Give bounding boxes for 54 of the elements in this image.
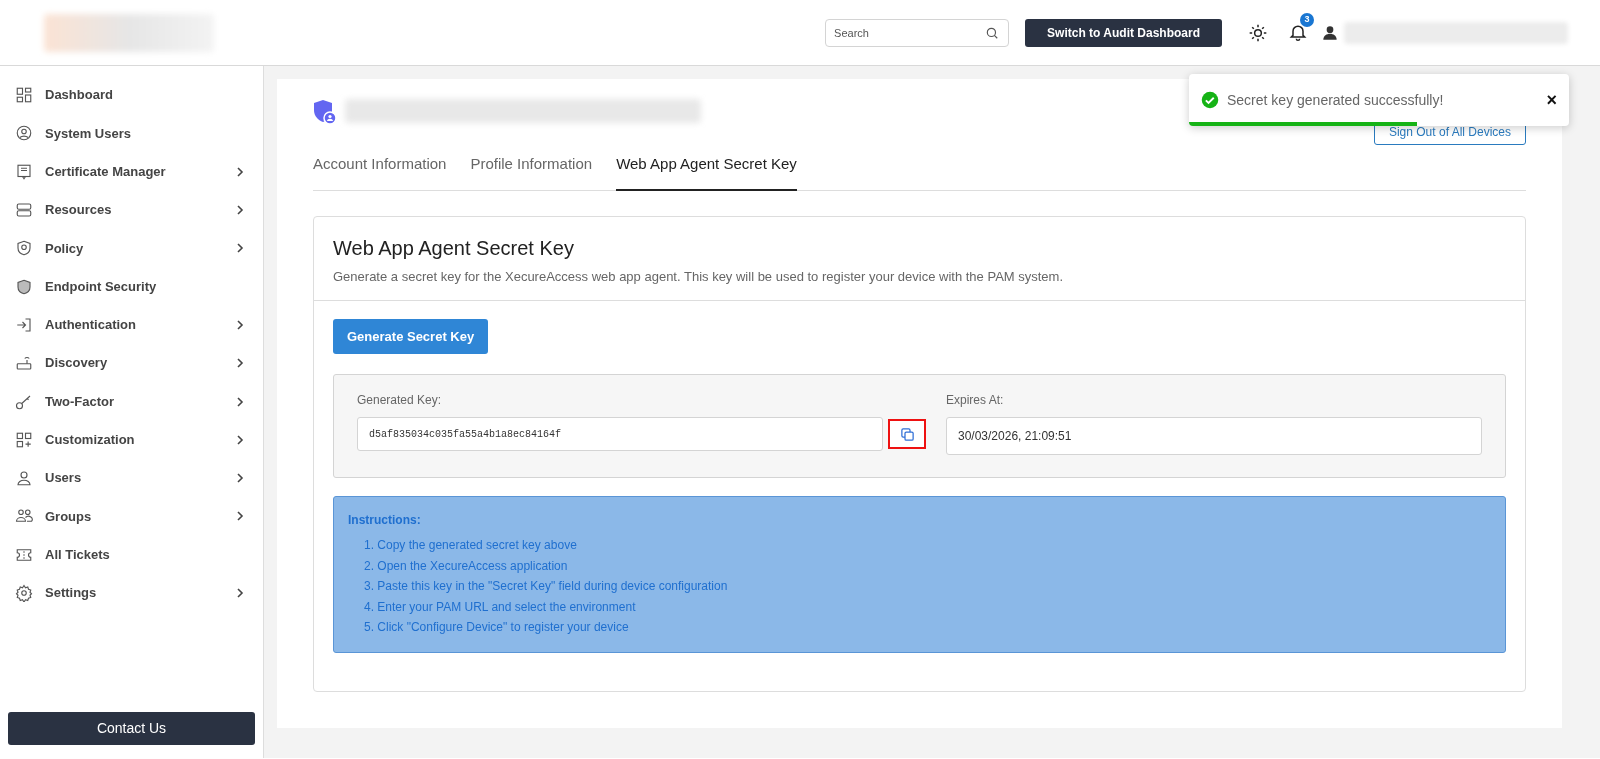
instruction-step: 1. Copy the generated secret key above [364,535,1491,556]
user-circle-icon [15,124,33,143]
instruction-step: 3. Paste this key in the "Secret Key" field during device configuration [364,576,1491,597]
gear-icon [15,584,33,602]
sidebar-item[interactable]: Discovery [45,353,108,373]
grid-icon [15,86,33,105]
user-icon[interactable] [1322,24,1338,41]
sidebar-item[interactable]: Resources [45,200,112,220]
login-icon [15,315,33,334]
person-icon [15,469,33,488]
server-icon [15,201,33,220]
shield-icon [15,277,33,296]
shield-user-icon [313,99,337,125]
sidebar-item[interactable]: Policy [45,238,84,259]
card-description: Generate a secret key for the XecureAccess web app agent. This key will be used to register your device with the PAM system. [333,267,1065,286]
close-button[interactable]: × [1546,91,1557,109]
copy-button[interactable] [888,419,926,449]
notification-badge: 3 [1300,12,1314,27]
sidebar-item[interactable]: System Users [45,123,131,144]
sidebar-item[interactable]: Dashboard [45,85,113,105]
sidebar-item[interactable]: Groups [45,506,92,527]
copy-icon [899,426,915,442]
router-icon [15,354,33,373]
sidebar-item[interactable]: Certificate Manager [45,162,166,182]
sidebar-item[interactable]: Endpoint Security [45,276,157,297]
contact-us-button[interactable]: Contact Us [8,712,255,745]
generate-secret-key-button[interactable]: Generate Secret Key [333,319,489,354]
field-label: Expires At: [946,392,1005,409]
sidebar-item[interactable]: Customization [45,430,135,450]
instruction-step: 4. Enter your PAM URL and select the environment [364,596,1491,617]
instruction-step: 5. Click "Configure Device" to register your device [364,617,1491,638]
grid-plus-icon [15,430,33,449]
expires-at-field[interactable]: 30/03/2026, 21:09:51 [946,417,1482,455]
instruction-step: 2. Open the XecureAccess application [364,555,1491,576]
check-circle-icon [1201,91,1219,109]
search-field[interactable]: Search [825,18,1010,47]
switch-dashboard-button[interactable]: Switch to Audit Dashboard [1025,18,1222,47]
sidebar-item[interactable]: Two-Factor [45,391,115,412]
profile-tab[interactable]: Account Information [313,153,447,191]
profile-tab[interactable]: Profile Information [470,153,593,191]
sidebar-item[interactable]: Users [45,468,82,488]
card-title: Web App Agent Secret Key [333,235,575,261]
search-icon [985,25,1000,40]
generated-key-field[interactable]: d5af835034c035fa55a4b1a8ec84164f [357,417,883,451]
sidebar-item[interactable]: All Tickets [45,544,110,565]
profile-tab[interactable]: Web App Agent Secret Key [616,153,797,191]
sidebar-item[interactable]: Authentication [45,315,136,335]
certificate-icon [15,162,33,181]
instructions-title: Instructions: [348,512,422,529]
sun-icon[interactable] [1248,22,1268,43]
sidebar-item[interactable]: Settings [45,583,97,603]
field-label: Generated Key: [357,392,443,409]
toast-message: Secret key generated successfully! [1227,90,1444,110]
shield-search-icon [15,239,33,258]
